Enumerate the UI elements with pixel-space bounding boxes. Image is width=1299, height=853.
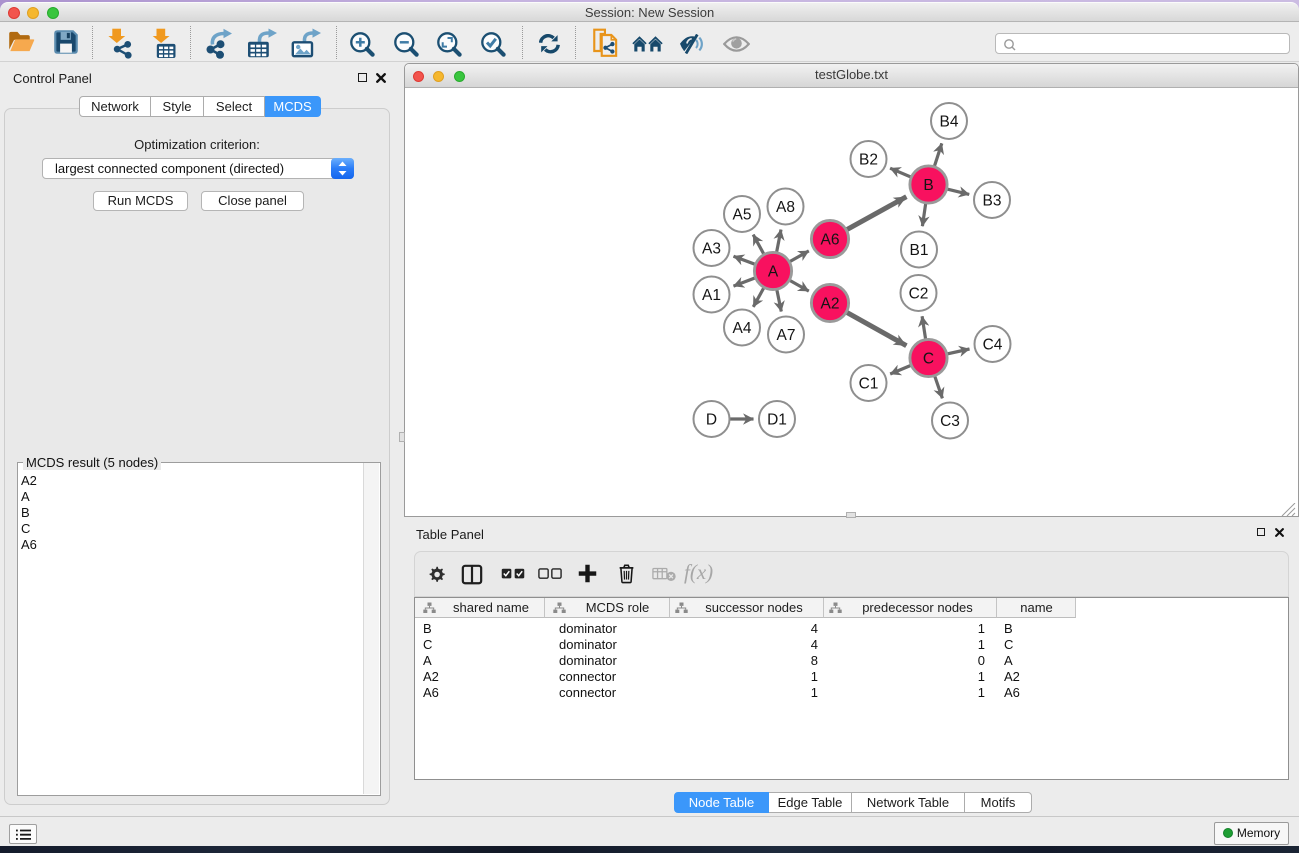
svg-text:A3: A3 (702, 241, 721, 258)
svg-text:A8: A8 (776, 199, 795, 216)
svg-text:B1: B1 (910, 242, 929, 259)
svg-text:D: D (706, 412, 717, 429)
svg-text:A6: A6 (821, 232, 840, 249)
svg-text:B4: B4 (940, 114, 959, 131)
svg-text:A1: A1 (702, 287, 721, 304)
svg-text:A: A (768, 264, 779, 281)
svg-text:A4: A4 (733, 320, 752, 337)
svg-text:C1: C1 (859, 376, 879, 393)
svg-text:C4: C4 (983, 337, 1003, 354)
svg-text:A7: A7 (777, 327, 796, 344)
svg-text:C3: C3 (940, 413, 960, 430)
svg-text:B2: B2 (859, 152, 878, 169)
svg-text:C2: C2 (909, 286, 929, 303)
svg-text:B3: B3 (983, 193, 1002, 210)
svg-text:A2: A2 (821, 296, 840, 313)
svg-text:A5: A5 (733, 207, 752, 224)
svg-text:C: C (923, 351, 934, 368)
svg-text:D1: D1 (767, 412, 787, 429)
svg-text:B: B (923, 177, 933, 194)
